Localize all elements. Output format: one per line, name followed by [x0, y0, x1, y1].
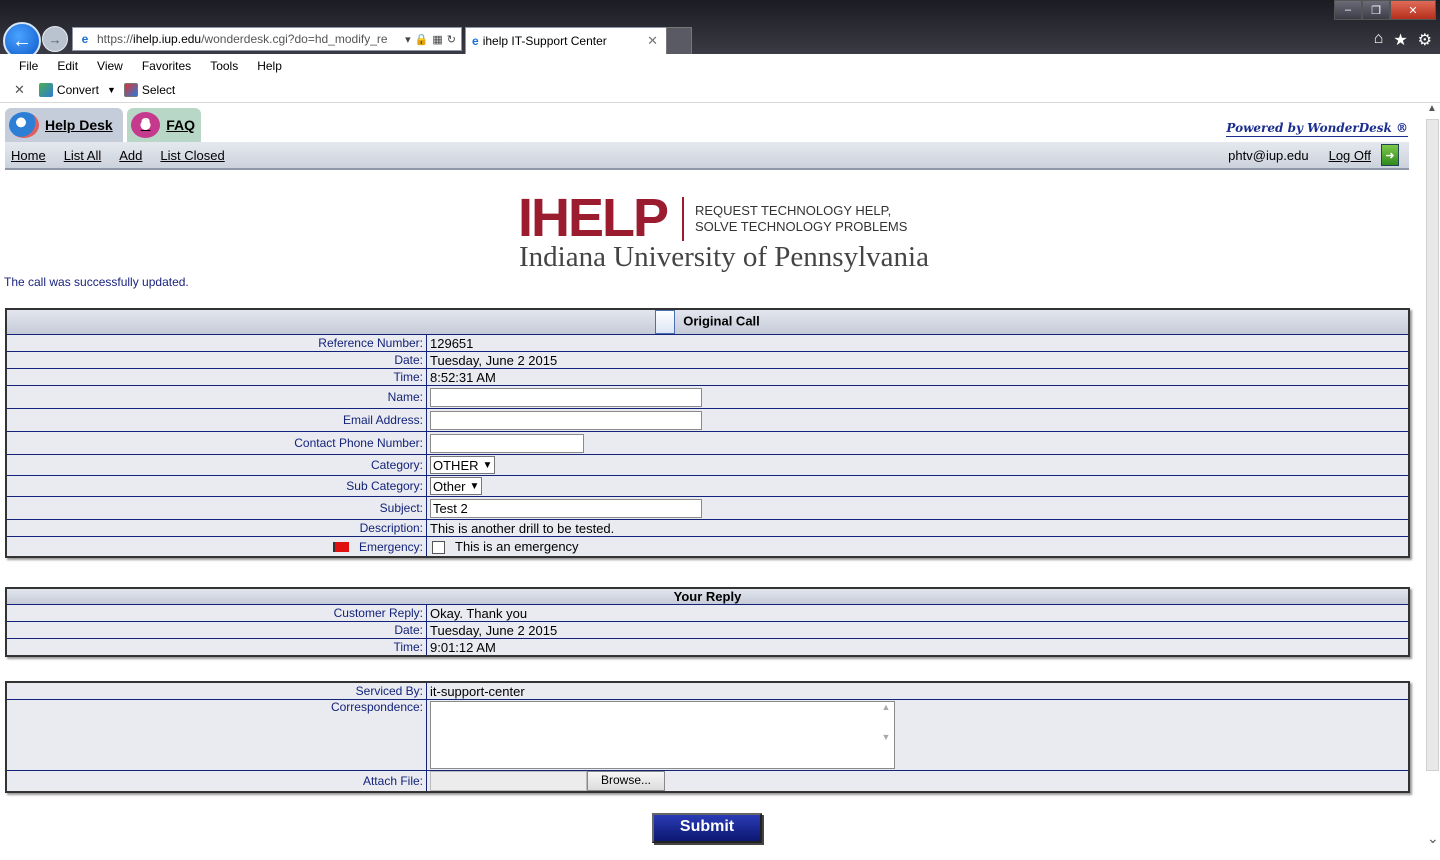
correspondence-textarea[interactable]: ▲ ▼ — [430, 701, 895, 769]
ie-icon: e — [81, 32, 89, 46]
status-message: The call was successfully updated. — [4, 275, 189, 289]
emergency-label: This is an emergency — [455, 538, 579, 554]
original-call-title: Original Call — [683, 313, 760, 329]
convert-button[interactable]: Convert — [57, 83, 99, 97]
textarea-scrollbar[interactable]: ▲ ▼ — [878, 702, 894, 768]
forward-arrow-icon[interactable]: → — [42, 26, 68, 52]
close-toolbar-icon[interactable]: ✕ — [14, 82, 25, 98]
your-reply-title: Your Reply — [5, 587, 1410, 605]
app-navbar: Home List All Add List Closed phtv@iup.e… — [5, 142, 1409, 170]
reference-number: 129651 — [426, 334, 1410, 352]
menu-help[interactable]: Help — [257, 59, 282, 73]
gear-icon[interactable]: ⚙ — [1418, 30, 1432, 50]
command-bar: ✕ Convert ▼ Select — [0, 77, 1440, 103]
menu-edit[interactable]: Edit — [57, 59, 78, 73]
nav-add[interactable]: Add — [119, 148, 142, 163]
refresh-icon[interactable]: ↻ — [447, 33, 456, 46]
menu-favorites[interactable]: Favorites — [142, 59, 191, 73]
question-mark-icon: ? — [131, 112, 161, 138]
tab-help-desk[interactable]: Help Desk — [5, 108, 123, 142]
minimize-icon[interactable]: – — [1334, 0, 1362, 20]
lock-icon[interactable]: 🔒 — [415, 33, 429, 46]
sub-category-select[interactable]: Other ▼ — [430, 477, 483, 495]
scroll-up-icon[interactable]: ▲ — [1427, 103, 1437, 114]
serviced-by: it-support-center — [426, 681, 1410, 700]
customer-reply: Okay. Thank you — [426, 604, 1410, 622]
original-call-table: Original Call Reference Number: 129651 Da… — [5, 308, 1410, 558]
call-date: Tuesday, June 2 2015 — [426, 351, 1410, 369]
submit-button[interactable]: Submit — [652, 813, 762, 843]
document-icon — [655, 310, 676, 334]
convert-icon — [38, 82, 53, 97]
scroll-thumb[interactable] — [1426, 119, 1439, 771]
browser-tab[interactable]: e ihelp IT-Support Center ✕ — [465, 27, 667, 54]
email-input[interactable] — [430, 410, 702, 430]
help-desk-icon — [9, 112, 39, 138]
your-reply-table: Your Reply Customer Reply: Okay. Thank yo… — [5, 587, 1410, 657]
maximize-icon[interactable]: ❐ — [1362, 0, 1390, 20]
menu-file[interactable]: File — [19, 59, 38, 73]
ihelp-logo: IHELP REQUEST TECHNOLOGY HELP, SOLVE TEC… — [518, 188, 929, 273]
emergency-checkbox[interactable] — [432, 541, 445, 555]
ie-icon: e — [472, 34, 479, 48]
reply-date: Tuesday, June 2 2015 — [426, 621, 1410, 639]
description-text: This is another drill to be tested. — [426, 519, 1410, 537]
favorites-star-icon[interactable]: ★ — [1393, 30, 1407, 50]
log-off-link[interactable]: Log Off — [1329, 148, 1371, 163]
reply-time: 9:01:12 AM — [426, 638, 1410, 657]
home-icon[interactable]: ⌂ — [1374, 30, 1384, 50]
url-text: https://ihelp.iup.edu/wonderdesk.cgi?do=… — [97, 32, 388, 46]
scroll-down-icon[interactable]: ⌄ — [1427, 830, 1439, 847]
menu-tools[interactable]: Tools — [210, 59, 238, 73]
chevron-down-icon: ▼ — [469, 480, 480, 492]
close-window-icon[interactable]: ✕ — [1390, 0, 1436, 20]
powered-by-link[interactable]: Powered by WonderDesk ® — [1226, 121, 1408, 137]
user-email: phtv@iup.edu — [1228, 147, 1309, 163]
window-controls: – ❐ ✕ — [1334, 0, 1436, 20]
menu-bar: File Edit View Favorites Tools Help — [0, 54, 1440, 77]
nav-list-all[interactable]: List All — [64, 148, 102, 163]
red-flag-icon — [332, 542, 349, 553]
address-bar[interactable]: e https://ihelp.iup.edu/wonderdesk.cgi?d… — [72, 27, 462, 51]
tab-close-icon[interactable]: ✕ — [647, 33, 658, 49]
new-tab-button[interactable] — [666, 27, 692, 55]
phone-input[interactable] — [430, 433, 584, 453]
service-table: Serviced By: it-support-center Correspond… — [5, 681, 1410, 793]
tab-title: ihelp IT-Support Center — [482, 34, 607, 48]
page-scrollbar[interactable]: ▲ ⌄ — [1424, 103, 1440, 860]
compat-icon[interactable]: ▦ — [432, 33, 442, 46]
file-path-field[interactable] — [430, 771, 587, 791]
menu-view[interactable]: View — [97, 59, 123, 73]
convert-dropdown-icon[interactable]: ▼ — [107, 85, 116, 95]
category-select[interactable]: OTHER ▼ — [430, 456, 496, 474]
select-button[interactable]: Select — [142, 83, 175, 97]
chevron-down-icon: ▼ — [482, 459, 493, 471]
nav-home[interactable]: Home — [11, 148, 46, 163]
dropdown-icon[interactable]: ▾ — [405, 33, 411, 46]
tab-faq[interactable]: ? FAQ — [127, 108, 201, 142]
nav-list-closed[interactable]: List Closed — [160, 148, 224, 163]
call-time: 8:52:31 AM — [426, 368, 1410, 386]
page-content: Help Desk ? FAQ Powered by WonderDesk ® … — [0, 103, 1424, 860]
exit-door-icon[interactable]: ➜ — [1381, 144, 1399, 166]
name-input[interactable] — [430, 387, 702, 407]
subject-input[interactable]: Test 2 — [430, 498, 702, 518]
select-icon — [123, 82, 138, 97]
browse-button[interactable]: Browse... — [587, 771, 666, 791]
